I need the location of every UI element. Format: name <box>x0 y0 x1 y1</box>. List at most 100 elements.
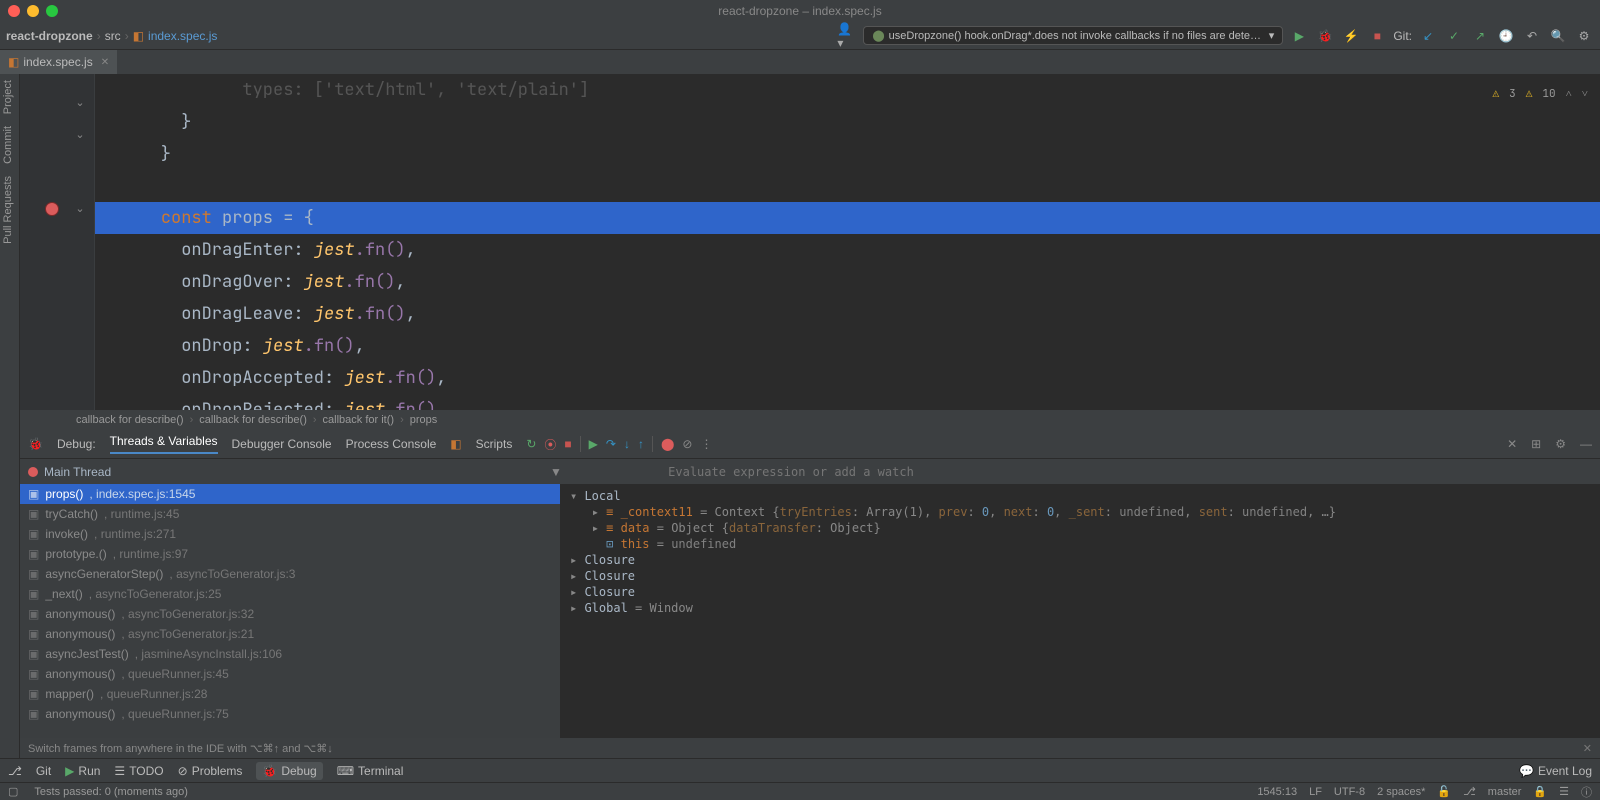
encoding[interactable]: UTF-8 <box>1334 786 1365 798</box>
crumb-item[interactable]: props <box>410 414 438 426</box>
run-icon[interactable]: ▶ <box>1289 26 1309 46</box>
toolwindow-todo[interactable]: ☰ TODO <box>114 764 163 778</box>
breadcrumb-file[interactable]: index.spec.js <box>148 29 217 43</box>
close-hint-icon[interactable]: ✕ <box>1583 742 1592 755</box>
breakpoint-icon[interactable] <box>45 202 59 216</box>
mute-icon[interactable]: ⊘ <box>682 437 692 451</box>
mute-breakpoints-icon[interactable]: ⦿ <box>544 436 556 453</box>
tab-process-console[interactable]: Process Console <box>346 437 437 451</box>
tab-scripts[interactable]: Scripts <box>476 437 513 451</box>
settings-icon[interactable]: ⚙ <box>1574 26 1594 46</box>
toolwindow-eventlog[interactable]: 💬 Event Log <box>1519 764 1592 778</box>
stack-frame[interactable]: ▣ anonymous(), queueRunner.js:75 <box>20 704 560 724</box>
stack-frame[interactable]: ▣ anonymous(), asyncToGenerator.js:21 <box>20 624 560 644</box>
scope-global[interactable]: Global <box>584 601 627 615</box>
pull-requests-tool[interactable]: Pull Requests <box>0 170 16 250</box>
close-window-icon[interactable] <box>8 5 20 17</box>
stack-frame[interactable]: ▣ anonymous(), asyncToGenerator.js:32 <box>20 604 560 624</box>
stack-frame[interactable]: ▣ _next(), asyncToGenerator.js:25 <box>20 584 560 604</box>
step-out-icon[interactable]: ↑ <box>638 437 644 451</box>
notify-icon[interactable]: ⓘ <box>1581 784 1592 800</box>
coverage-icon[interactable]: ⚡ <box>1341 26 1361 46</box>
more-icon[interactable]: ⋮ <box>700 437 712 451</box>
close-panel-icon[interactable]: ✕ <box>1507 437 1517 451</box>
toolwindow-run[interactable]: ▶ Run <box>65 764 100 778</box>
view-breakpoints-icon[interactable]: ⬤ <box>661 437 674 451</box>
history-icon[interactable]: 🕘 <box>1496 26 1516 46</box>
scope-closure[interactable]: Closure <box>584 569 635 583</box>
breadcrumb-project[interactable]: react-dropzone <box>6 29 93 43</box>
git-push-icon[interactable]: ↗ <box>1470 26 1490 46</box>
cursor-position[interactable]: 1545:13 <box>1257 786 1297 798</box>
test-status[interactable]: Tests passed: 0 (moments ago) <box>34 786 187 798</box>
breadcrumb-folder[interactable]: src <box>105 29 121 43</box>
git-commit-icon[interactable]: ✓ <box>1444 26 1464 46</box>
scope-local[interactable]: Local <box>584 489 620 503</box>
stack-frame[interactable]: ▣ anonymous(), queueRunner.js:45 <box>20 664 560 684</box>
frames-list[interactable]: ▣ props(), index.spec.js:1545▣ tryCatch(… <box>20 484 560 758</box>
gear-icon[interactable]: ⚙ <box>1555 437 1566 451</box>
search-icon[interactable]: 🔍 <box>1548 26 1568 46</box>
fold-marker-icon[interactable]: ⌄ <box>74 96 86 109</box>
code-body[interactable]: ⚠3 ⚠10 ˄ ˅ types: ['text/html', 'text/pl… <box>95 74 1600 410</box>
stack-frame[interactable]: ▣ asyncJestTest(), jasmineAsyncInstall.j… <box>20 644 560 664</box>
hide-icon[interactable]: — <box>1580 437 1592 451</box>
fold-marker-icon[interactable]: ⌄ <box>74 128 86 141</box>
toolwindow-terminal[interactable]: ⌨ Terminal <box>337 764 404 778</box>
project-tool[interactable]: Project <box>0 74 16 120</box>
scope-closure[interactable]: Closure <box>584 553 635 567</box>
stack-frame[interactable]: ▣ tryCatch(), runtime.js:45 <box>20 504 560 524</box>
resume-icon[interactable]: ▶ <box>589 437 598 451</box>
crumb-item[interactable]: callback for it() <box>323 414 395 426</box>
file-tab[interactable]: ◧ index.spec.js ✕ <box>0 50 117 74</box>
toolwindow-git[interactable]: Git <box>36 764 51 778</box>
filter-icon[interactable]: ▼ <box>550 465 562 479</box>
toolwindows-icon[interactable]: ▢ <box>8 785 18 798</box>
maximize-window-icon[interactable] <box>46 5 58 17</box>
readonly-icon[interactable]: 🔓 <box>1437 785 1451 798</box>
tab-threads-variables[interactable]: Threads & Variables <box>110 434 218 454</box>
tab-debugger-console[interactable]: Debugger Console <box>232 437 332 451</box>
scope-closure[interactable]: Closure <box>584 585 635 599</box>
toolwindow-debug[interactable]: 🐞 Debug <box>256 762 322 780</box>
add-config-icon[interactable]: 👤▾ <box>837 26 857 46</box>
structure-breadcrumb[interactable]: callback for describe()› callback for de… <box>20 410 1600 430</box>
indent-status[interactable]: 2 spaces* <box>1377 786 1425 798</box>
breadcrumb[interactable]: react-dropzone › src › ◧ index.spec.js <box>6 29 217 43</box>
layout-icon[interactable]: ⊞ <box>1531 437 1541 451</box>
run-config-selector[interactable]: ⬤ useDropzone() hook.onDrag*.does not in… <box>863 26 1283 45</box>
stack-frame[interactable]: ▣ mapper(), queueRunner.js:28 <box>20 684 560 704</box>
padlock-icon[interactable]: 🔒 <box>1533 785 1547 798</box>
crumb-item[interactable]: callback for describe() <box>199 414 307 426</box>
inspection-widget[interactable]: ⚠3 ⚠10 ˄ ˅ <box>1493 78 1588 110</box>
variables-tree[interactable]: ▾ Local ▸ ≡ _context11 = Context {tryEnt… <box>560 484 1600 758</box>
fold-marker-icon[interactable]: ⌄ <box>74 202 86 215</box>
close-tab-icon[interactable]: ✕ <box>101 57 109 68</box>
line-separator[interactable]: LF <box>1309 786 1322 798</box>
rerun-icon[interactable]: ↻ <box>526 437 536 451</box>
watch-input[interactable] <box>668 465 1592 479</box>
step-over-icon[interactable]: ↷ <box>606 437 616 451</box>
stack-frame[interactable]: ▣ props(), index.spec.js:1545 <box>20 484 560 504</box>
rollback-icon[interactable]: ↶ <box>1522 26 1542 46</box>
stack-frame[interactable]: ▣ invoke(), runtime.js:271 <box>20 524 560 544</box>
stop-icon[interactable]: ■ <box>564 437 571 451</box>
debug-icon[interactable]: 🐞 <box>1315 26 1335 46</box>
minimize-window-icon[interactable] <box>27 5 39 17</box>
stack-frame[interactable]: ▣ prototype.(), runtime.js:97 <box>20 544 560 564</box>
chevron-down-icon[interactable]: ˅ <box>1582 78 1588 110</box>
stack-frame[interactable]: ▣ asyncGeneratorStep(), asyncToGenerator… <box>20 564 560 584</box>
commit-tool[interactable]: Commit <box>0 120 16 170</box>
git-branch[interactable]: master <box>1488 786 1522 798</box>
code-editor[interactable]: ⌄ ⌄ ⌄ ⚠3 ⚠10 ˄ ˅ types: ['text/html', 't… <box>20 74 1600 410</box>
git-update-icon[interactable]: ↙ <box>1418 26 1438 46</box>
chevron-up-icon[interactable]: ˄ <box>1566 78 1572 110</box>
step-into-icon[interactable]: ↓ <box>624 437 630 451</box>
thread-name[interactable]: Main Thread <box>44 465 111 479</box>
mem-icon[interactable]: ☰ <box>1559 785 1569 798</box>
crumb-item[interactable]: callback for describe() <box>76 414 184 426</box>
stop-icon[interactable]: ■ <box>1367 26 1387 46</box>
editor-gutter[interactable]: ⌄ ⌄ ⌄ <box>20 74 95 410</box>
toolwindow-problems[interactable]: ⊘ Problems <box>178 764 243 778</box>
code-line: onDropAccepted: jest.fn(), <box>95 362 1600 394</box>
